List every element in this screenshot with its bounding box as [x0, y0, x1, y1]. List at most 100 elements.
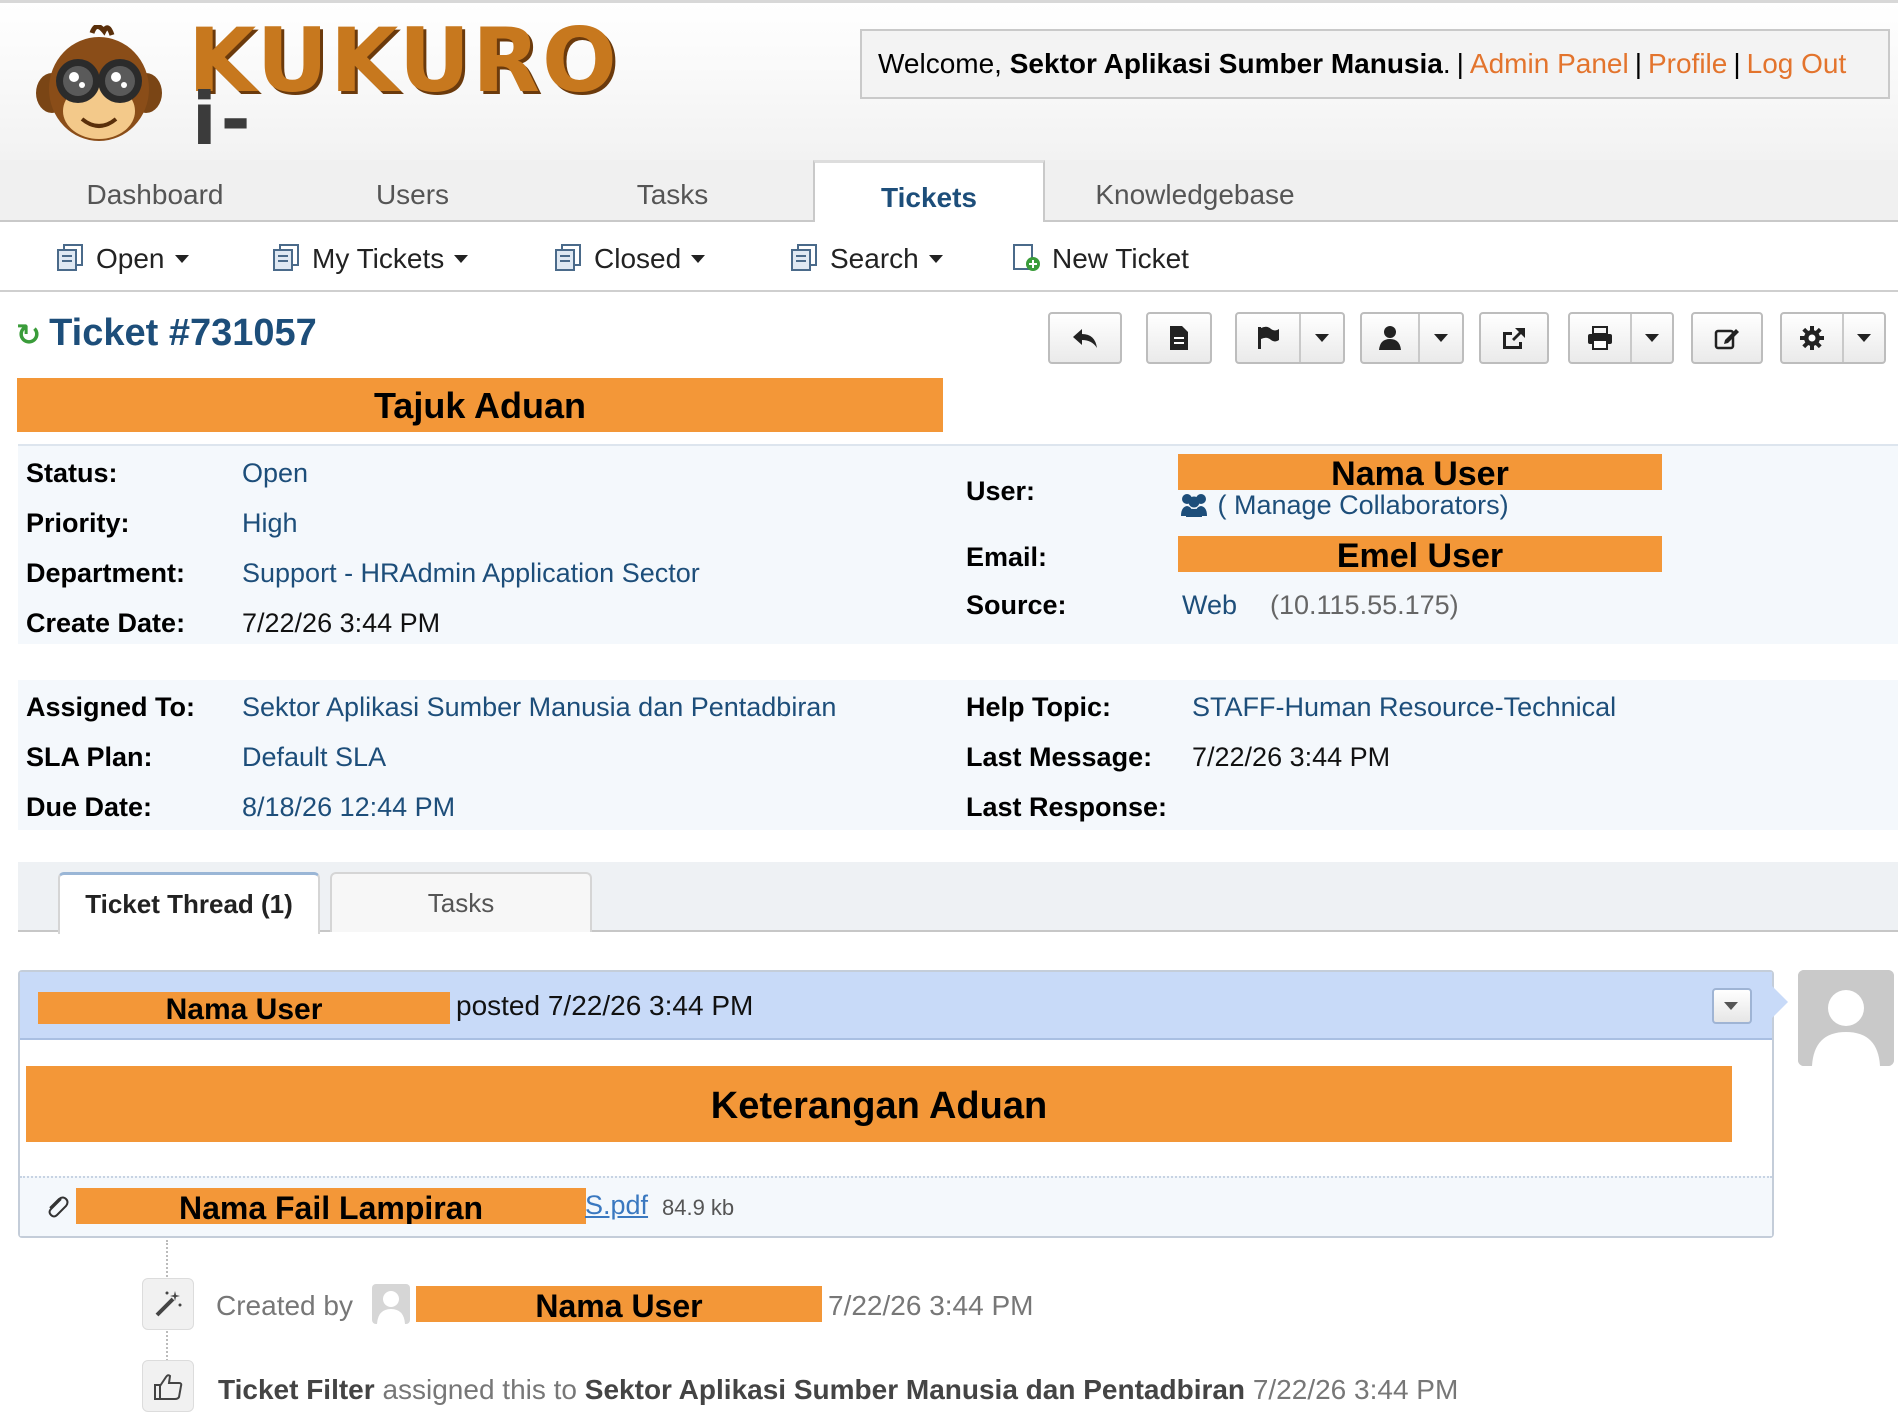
create-date-label: Create Date:	[26, 608, 186, 638]
user-value[interactable]: Nama User	[1178, 454, 1662, 490]
gear-icon	[1800, 326, 1824, 350]
last-message-value: 7/22/26 3:44 PM	[1192, 742, 1391, 772]
monkey-logo-icon	[36, 25, 162, 141]
filter-target: Sektor Aplikasi Sumber Manusia dan Penta…	[584, 1374, 1246, 1405]
subnav-open-label: Open	[96, 243, 165, 274]
logout-link[interactable]: Log Out	[1747, 48, 1847, 79]
entry-options-button[interactable]	[1712, 988, 1752, 1024]
flag-icon	[1258, 326, 1279, 349]
chevron-down-icon	[1724, 1002, 1738, 1010]
filter-time: 7/22/26 3:44 PM	[1252, 1374, 1459, 1405]
subnav-my-tickets-label: My Tickets	[312, 243, 445, 274]
attachment-link[interactable]: S.pdf	[585, 1190, 648, 1221]
profile-link[interactable]: Profile	[1648, 48, 1727, 79]
ticket-info-primary: Status: Open Priority: High Department: …	[18, 444, 1898, 644]
tickets-icon	[273, 243, 299, 271]
magic-wand-icon	[155, 1291, 182, 1317]
create-date-value: 7/22/26 3:44 PM	[242, 608, 441, 638]
sla-label: SLA Plan:	[26, 742, 153, 772]
edit-button[interactable]	[1691, 312, 1763, 364]
manage-collaborators-label: ( Manage Collaborators)	[1217, 490, 1509, 520]
sub-nav: Open My Tickets Closed Search New Ticket	[0, 222, 1898, 292]
welcome-box: Welcome, Sektor Aplikasi Sumber Manusia.…	[860, 29, 1890, 99]
source-value: Web	[1182, 590, 1238, 620]
chevron-down-icon	[1645, 334, 1659, 342]
avatar	[1798, 970, 1894, 1066]
filter-event-icon	[142, 1360, 194, 1412]
new-ticket-icon	[1013, 243, 1040, 271]
attachment-size: 84.9 kb	[662, 1195, 735, 1220]
tickets-icon	[555, 243, 581, 271]
entry-posted-time: posted 7/22/26 3:44 PM	[456, 990, 754, 1021]
tab-knowledgebase[interactable]: Knowledgebase	[1075, 160, 1315, 222]
chevron-down-icon	[174, 254, 189, 263]
logo[interactable]: KUKURO i-SUPPORT	[30, 17, 617, 227]
chevron-down-icon	[454, 254, 469, 263]
priority-label: Priority:	[26, 508, 130, 538]
subnav-new-ticket-label: New Ticket	[1052, 243, 1189, 274]
department-label: Department:	[26, 558, 186, 588]
tab-ticket-thread[interactable]: Ticket Thread (1)	[58, 872, 320, 934]
created-event-user: Nama User	[416, 1286, 822, 1322]
source-ip: (10.115.55.175)	[1270, 590, 1459, 620]
print-button[interactable]	[1568, 312, 1674, 364]
manage-collaborators-link[interactable]: ( Manage Collaborators)	[1178, 490, 1509, 521]
assign-button[interactable]	[1360, 312, 1464, 364]
refresh-icon[interactable]: ↻	[16, 319, 41, 352]
subnav-open[interactable]: Open	[54, 222, 189, 292]
tab-users[interactable]: Users	[300, 160, 525, 222]
ticket-title[interactable]: ↻ Ticket #731057	[16, 312, 317, 355]
users-icon	[1181, 493, 1207, 517]
tickets-icon	[57, 243, 83, 271]
welcome-user: Sektor Aplikasi Sumber Manusia	[1009, 48, 1443, 79]
welcome-suffix: .	[1442, 48, 1451, 79]
chevron-down-icon	[928, 254, 943, 263]
tab-tickets[interactable]: Tickets	[813, 160, 1045, 224]
user-label: User:	[966, 476, 1036, 506]
last-response-label: Last Response:	[966, 792, 1168, 822]
print-icon	[1588, 326, 1612, 350]
tab-tasks[interactable]: Tasks	[560, 160, 785, 222]
thread-tabs: Ticket Thread (1) Tasks	[18, 862, 1898, 934]
user-avatar-icon	[377, 1291, 405, 1324]
header: KUKURO i-SUPPORT Welcome, Sektor Aplikas…	[0, 0, 1898, 227]
paperclip-icon	[48, 1196, 69, 1218]
created-event-time: 7/22/26 3:44 PM	[828, 1290, 1034, 1321]
department-value: Support - HRAdmin Application Sector	[242, 558, 700, 588]
created-event-prefix: Created by	[216, 1290, 353, 1321]
hand-pointer-icon	[154, 1374, 183, 1400]
subnav-new-ticket[interactable]: New Ticket	[1010, 222, 1189, 292]
post-note-button[interactable]	[1146, 312, 1212, 364]
last-message-label: Last Message:	[966, 742, 1153, 772]
ticket-number: Ticket #731057	[49, 312, 317, 354]
reply-button[interactable]	[1048, 312, 1122, 364]
user-avatar-icon	[1798, 970, 1894, 1066]
entry-poster: Nama User	[38, 992, 450, 1024]
subnav-search[interactable]: Search	[788, 222, 943, 292]
transfer-button[interactable]	[1479, 312, 1549, 364]
email-value: Emel User	[1178, 536, 1662, 572]
help-topic-label: Help Topic:	[966, 692, 1111, 722]
status-flag-button[interactable]	[1235, 312, 1345, 364]
filter-action: assigned this to	[382, 1374, 578, 1405]
tickets-icon	[791, 243, 817, 271]
subnav-closed[interactable]: Closed	[552, 222, 706, 292]
tab-dashboard[interactable]: Dashboard	[40, 160, 270, 222]
assigned-label: Assigned To:	[26, 692, 196, 722]
attachment-name[interactable]: Nama Fail Lampiran	[76, 1188, 586, 1224]
subnav-my-tickets[interactable]: My Tickets	[270, 222, 469, 292]
admin-panel-link[interactable]: Admin Panel	[1470, 48, 1629, 79]
ticket-subject: Tajuk Aduan	[17, 378, 943, 432]
share-icon	[1503, 328, 1525, 349]
ticket-info-secondary: Assigned To: Sektor Aplikasi Sumber Manu…	[18, 680, 1898, 830]
entry-body: Keterangan Aduan	[26, 1066, 1732, 1142]
email-label: Email:	[966, 542, 1048, 572]
more-settings-button[interactable]	[1780, 312, 1886, 364]
help-topic-value: STAFF-Human Resource-Technical	[1192, 692, 1617, 722]
thread-entry-header: Nama User posted 7/22/26 3:44 PM	[20, 972, 1772, 1040]
source-label: Source:	[966, 590, 1067, 620]
welcome-prefix: Welcome,	[878, 48, 1010, 79]
note-icon	[1170, 326, 1188, 350]
tab-thread-tasks[interactable]: Tasks	[330, 872, 592, 932]
small-avatar	[372, 1284, 410, 1324]
